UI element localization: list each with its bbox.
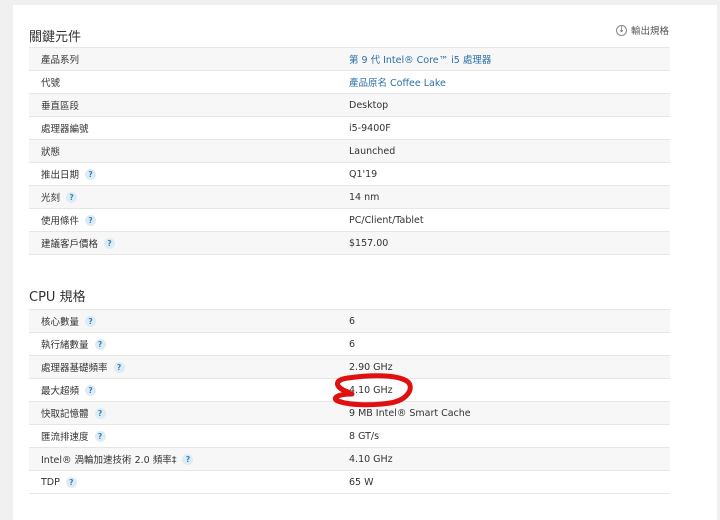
cpu-specs-table: 核心數量? 6 執行緒數量? 6 處理器基礎頻率? 2.90 GHz 最大超頻? 4.10 G…	[29, 309, 670, 494]
spec-label: 處理器基礎頻率?	[29, 360, 349, 374]
spec-row: 推出日期? Q1'19	[29, 163, 670, 186]
spec-value: 8 GT/s	[349, 430, 380, 442]
spec-label-text: 垂直區段	[41, 101, 80, 112]
spec-value: 9 MB Intel® Smart Cache	[349, 407, 471, 419]
spec-value-link[interactable]: 第 9 代 Intel® Core™ i5 處理器	[349, 52, 491, 66]
spec-row: 匯流排速度? 8 GT/s	[29, 425, 670, 448]
spec-row: 執行緒數量? 6	[29, 333, 670, 356]
spec-label: 狀態	[29, 144, 349, 158]
spec-label: 匯流排速度?	[29, 429, 349, 443]
export-specs-label: 輸出規格	[630, 26, 669, 37]
help-icon[interactable]: ?	[66, 191, 78, 203]
spec-label-text: 光刻	[41, 193, 61, 204]
spec-value: 4.10 GHz	[349, 384, 393, 396]
help-icon[interactable]: ?	[94, 338, 106, 350]
spec-label-text: 狀態	[41, 147, 61, 158]
spec-value-link[interactable]: 產品原名 Coffee Lake	[349, 75, 446, 89]
spec-label: 核心數量?	[29, 314, 349, 328]
spec-row: 代號 產品原名 Coffee Lake	[29, 71, 670, 94]
spec-label: 執行緒數量?	[29, 337, 349, 351]
spec-label-text: 產品系列	[41, 55, 80, 66]
spec-label: 產品系列	[29, 52, 349, 66]
spec-label: 最大超頻?	[29, 383, 349, 397]
section-title-key-elements: 關鍵元件	[29, 30, 82, 45]
spec-label-text: 核心數量	[41, 317, 80, 328]
spec-label: 光刻?	[29, 190, 349, 204]
spec-label-text: 最大超頻	[41, 386, 80, 397]
spec-label: 處理器編號	[29, 121, 349, 135]
spec-value: 4.10 GHz	[349, 453, 393, 465]
spec-value: 6	[349, 315, 356, 327]
help-icon[interactable]: ?	[85, 384, 97, 396]
spec-label: 推出日期?	[29, 167, 349, 181]
spec-label-text: TDP	[41, 476, 60, 488]
spec-card: 關鍵元件 ↓ 輸出規格 產品系列 第 9 代 Intel® Core™ i5 處理…	[13, 5, 717, 520]
spec-label: 建議客戶價格?	[29, 236, 349, 250]
export-specs-button[interactable]: ↓ 輸出規格	[615, 23, 669, 37]
help-icon[interactable]: ?	[85, 214, 97, 226]
spec-value: 65 W	[349, 476, 374, 488]
help-icon[interactable]: ?	[104, 237, 116, 249]
spec-label: 代號	[29, 75, 349, 89]
help-icon[interactable]: ?	[94, 407, 106, 419]
spec-label-text: 推出日期	[41, 170, 80, 181]
spec-label-text: Intel® 渦輪加速技術 2.0 頻率‡	[41, 455, 177, 466]
spec-label-text: 代號	[41, 78, 61, 89]
spec-label: 垂直區段	[29, 98, 349, 112]
help-icon[interactable]: ?	[85, 168, 97, 180]
spec-value: i5-9400F	[349, 122, 391, 134]
spec-row: 狀態 Launched	[29, 140, 670, 163]
spec-row: 核心數量? 6	[29, 310, 670, 333]
spec-value: 6	[349, 338, 356, 350]
spec-label: 使用條件?	[29, 213, 349, 227]
spec-value: $157.00	[349, 237, 389, 249]
help-icon[interactable]: ?	[65, 476, 77, 488]
spec-value: Launched	[349, 145, 396, 157]
spec-row: Intel® 渦輪加速技術 2.0 頻率‡? 4.10 GHz	[29, 448, 670, 471]
spec-value: PC/Client/Tablet	[349, 214, 424, 226]
section-title-cpu-specs: CPU 規格	[29, 290, 86, 305]
spec-row: 最大超頻? 4.10 GHz	[29, 379, 670, 402]
spec-row: 建議客戶價格? $157.00	[29, 232, 670, 255]
spec-value: 2.90 GHz	[349, 361, 393, 373]
spec-value: 14 nm	[349, 191, 380, 203]
spec-row: 產品系列 第 9 代 Intel® Core™ i5 處理器	[29, 48, 670, 71]
key-elements-table: 產品系列 第 9 代 Intel® Core™ i5 處理器代號 產品原名 Coff…	[29, 47, 670, 255]
spec-row: 使用條件? PC/Client/Tablet	[29, 209, 670, 232]
spec-label: TDP?	[29, 476, 349, 488]
spec-label-text: 匯流排速度	[41, 432, 89, 443]
spec-label-text: 快取記憶體	[41, 409, 89, 420]
download-icon: ↓	[615, 24, 627, 36]
spec-label-text: 執行緒數量	[41, 340, 89, 351]
help-icon[interactable]: ?	[94, 430, 106, 442]
spec-label-text: 處理器編號	[41, 124, 89, 135]
spec-row: 垂直區段 Desktop	[29, 94, 670, 117]
help-icon[interactable]: ?	[85, 315, 97, 327]
spec-row: TDP? 65 W	[29, 471, 670, 494]
spec-label-text: 使用條件	[41, 216, 80, 227]
spec-row: 光刻? 14 nm	[29, 186, 670, 209]
spec-row: 處理器編號 i5-9400F	[29, 117, 670, 140]
spec-label-text: 建議客戶價格	[41, 239, 99, 250]
help-icon[interactable]: ?	[182, 453, 194, 465]
spec-value: Q1'19	[349, 168, 378, 180]
spec-label: Intel® 渦輪加速技術 2.0 頻率‡?	[29, 452, 349, 466]
spec-label-text: 處理器基礎頻率	[41, 363, 108, 374]
spec-value: Desktop	[349, 99, 389, 111]
spec-row: 快取記憶體? 9 MB Intel® Smart Cache	[29, 402, 670, 425]
spec-label: 快取記憶體?	[29, 406, 349, 420]
help-icon[interactable]: ?	[113, 361, 125, 373]
spec-row: 處理器基礎頻率? 2.90 GHz	[29, 356, 670, 379]
